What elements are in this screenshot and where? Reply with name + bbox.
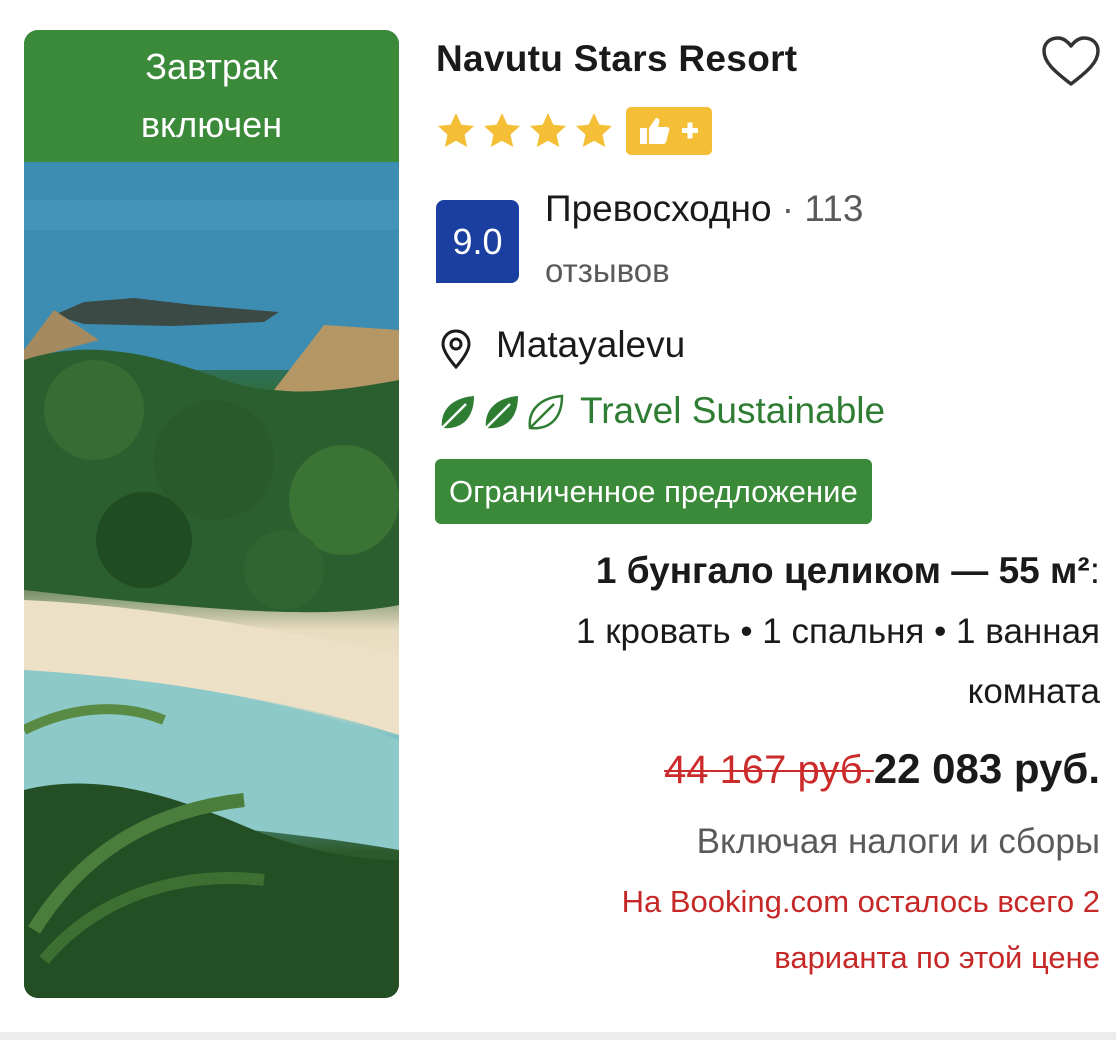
old-price: 44 167 руб. — [664, 748, 874, 792]
review-score-badge[interactable]: 9.0 — [436, 200, 519, 283]
heart-outline-icon — [1042, 36, 1100, 86]
star-icon — [576, 113, 612, 147]
star-rating — [436, 107, 712, 155]
review-count-label: отзывов — [545, 252, 670, 289]
review-word: Превосходно — [545, 188, 772, 229]
leaf-outline-icon — [528, 394, 564, 430]
availability-note-line2: варианта по этой цене — [774, 940, 1100, 975]
favorite-button[interactable] — [1040, 34, 1102, 88]
taxes-note: Включая налоги и сборы — [696, 822, 1100, 861]
star-icon — [438, 113, 474, 147]
availability-note-line1: На Booking.com осталось всего 2 — [621, 884, 1100, 919]
map-pin-icon — [441, 329, 471, 370]
breakfast-included-badge: Завтрак включен — [24, 30, 399, 162]
unit-title-text: 1 бунгало целиком — 55 м² — [595, 550, 1090, 591]
resort-photo-illustration — [24, 160, 399, 998]
review-summary[interactable]: Превосходно · 113 — [545, 188, 863, 230]
star-icon — [530, 113, 566, 147]
location-link[interactable]: Matayalevu — [496, 324, 685, 366]
unit-details-line1: 1 кровать • 1 спальня • 1 ванная — [576, 612, 1100, 651]
property-card[interactable]: Завтрак включен Navutu Stars Resort 9.0 … — [0, 0, 1116, 1040]
preferred-plus-badge[interactable] — [626, 107, 712, 155]
unit-title-colon: : — [1089, 550, 1100, 591]
breakfast-badge-line1: Завтрак — [145, 46, 278, 87]
unit-title: 1 бунгало целиком — 55 м²: — [596, 550, 1100, 592]
limited-offer-badge: Ограниченное предложение — [435, 459, 872, 524]
current-price: 22 083 руб. — [873, 745, 1100, 792]
hotel-name[interactable]: Navutu Stars Resort — [436, 38, 797, 80]
star-icon — [484, 113, 520, 147]
card-divider — [0, 1032, 1116, 1040]
review-separator: · — [771, 188, 805, 229]
review-count: 113 — [804, 188, 864, 229]
travel-sustainable-label[interactable]: Travel Sustainable — [580, 390, 885, 432]
property-photo[interactable]: Завтрак включен — [24, 30, 399, 998]
sustainability-leaves — [436, 392, 568, 434]
thumbs-up-plus-icon — [640, 118, 698, 144]
leaf-filled-icon — [485, 396, 518, 429]
leaf-filled-icon — [441, 396, 474, 429]
unit-details-line2: комната — [967, 672, 1100, 711]
breakfast-badge-line2: включен — [140, 104, 283, 145]
price-row: 44 167 руб. 22 083 руб. — [664, 745, 1100, 801]
